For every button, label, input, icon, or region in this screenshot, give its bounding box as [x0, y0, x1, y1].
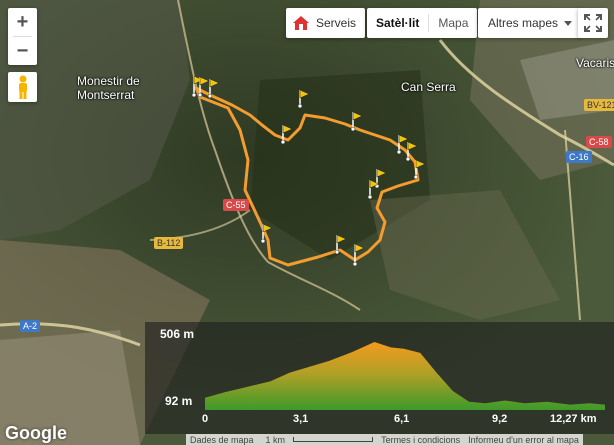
road-badge-bv121: BV-121 [584, 99, 614, 111]
google-logo[interactable]: Google [5, 423, 67, 444]
fullscreen-icon [584, 14, 602, 32]
elevation-min-label: 92 m [165, 394, 193, 408]
other-maps-dropdown[interactable]: Altres mapes [478, 8, 583, 38]
elevation-max-label: 506 m [160, 327, 195, 341]
map-button[interactable]: Mapa [429, 8, 477, 38]
report-error-link[interactable]: Informeu d'un error al mapa [464, 435, 583, 445]
road-badge-c58: C-58 [586, 136, 612, 148]
zoom-control: + − [8, 8, 37, 65]
zoom-out-button[interactable]: − [8, 37, 37, 65]
scale-indicator[interactable]: 1 km [258, 435, 378, 445]
elevation-area [205, 342, 605, 410]
caret-down-icon [564, 20, 573, 26]
scale-bar [293, 437, 374, 442]
services-button[interactable]: Serveis [286, 8, 366, 38]
services-label: Serveis [316, 16, 357, 30]
distance-tick: 9,2 [492, 413, 508, 425]
road-badge-c16: C-16 [566, 151, 592, 163]
distance-tick: 0 [202, 413, 209, 425]
terms-link[interactable]: Termes i condicions [377, 435, 464, 445]
place-label-vacarisses: Vacariss [576, 56, 614, 70]
road-badge-b112: B-112 [154, 237, 184, 249]
map-data-link[interactable]: Dades de mapa [186, 435, 258, 445]
elevation-profile-panel[interactable]: 506 m 92 m 0 3,1 6,1 9,2 12,27 km [145, 322, 614, 434]
road-badge-a2: A-2 [20, 320, 41, 332]
place-label-can-serra: Can Serra [401, 80, 456, 94]
other-maps-label: Altres mapes [488, 16, 559, 30]
place-label-monastery: Monestir de Montserrat [77, 74, 140, 102]
distance-tick: 12,27 km [550, 413, 597, 425]
attribution-bar: Dades de mapa 1 km Termes i condicions I… [186, 434, 583, 445]
distance-tick: 3,1 [293, 413, 309, 425]
pegman-icon [18, 75, 27, 99]
street-view-pegman-button[interactable] [8, 72, 37, 102]
zoom-in-button[interactable]: + [8, 8, 37, 36]
road-badge-c55: C-55 [223, 199, 249, 211]
scale-label: 1 km [265, 434, 286, 445]
elevation-profile-chart [205, 342, 605, 410]
fullscreen-button[interactable] [578, 8, 608, 38]
distance-tick: 6,1 [394, 413, 410, 425]
home-icon [293, 16, 309, 30]
map-type-control: Satèl·lit Mapa [367, 8, 478, 38]
satellite-button[interactable]: Satèl·lit [367, 8, 428, 38]
